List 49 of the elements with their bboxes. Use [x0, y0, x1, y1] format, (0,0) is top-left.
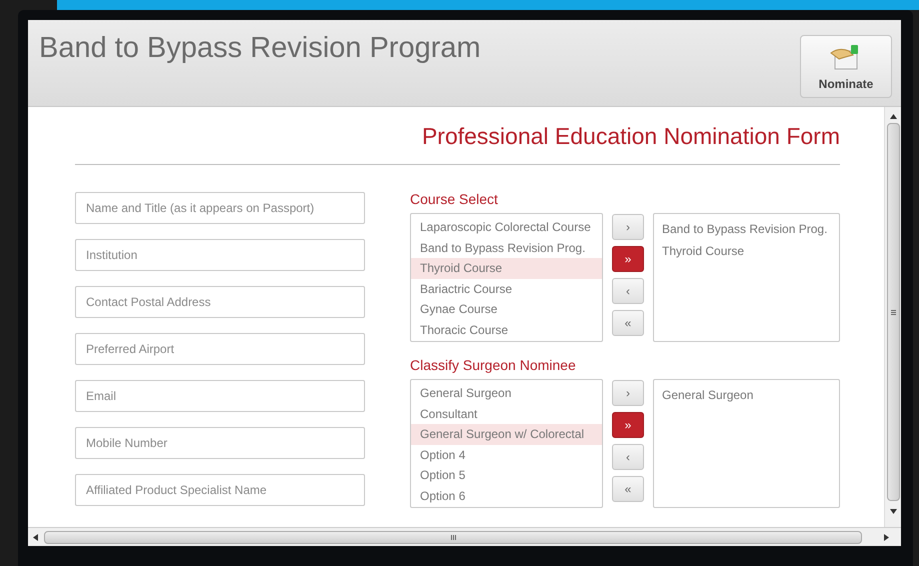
left-arrow-icon[interactable] — [33, 534, 38, 540]
arrow-button[interactable]: « — [612, 310, 644, 336]
grip-icon — [890, 310, 896, 314]
list-box[interactable]: Laparoscopic Colorectal Course Band to Bypass Revision Prog. Thyroid Course Bariactric Course Gynae Course Thoracic Course — [410, 213, 603, 342]
arrow-button[interactable]: « — [612, 476, 644, 502]
list-item[interactable]: Option 5 — [411, 465, 602, 486]
input-field[interactable]: Institution — [75, 239, 365, 271]
list-item[interactable]: Gynae Course — [411, 299, 602, 320]
down-arrow-icon[interactable] — [890, 509, 896, 514]
list-box[interactable]: Band to Bypass Revision Prog. Thyroid Course — [653, 213, 840, 342]
arrow-button[interactable]: › — [612, 214, 644, 240]
arrow-button[interactable]: › — [612, 380, 644, 406]
list-box[interactable]: General Surgeon Consultant General Surgeon w/ Colorectal Option 4 Option 5 Option 6 — [410, 379, 603, 508]
list-box[interactable]: General Surgeon — [653, 379, 840, 508]
list-item[interactable]: General Surgeon — [411, 383, 602, 404]
input-field[interactable]: Mobile Number — [75, 427, 365, 459]
arrow-button[interactable]: » — [612, 412, 644, 438]
list-item[interactable]: Thyroid Course — [654, 240, 839, 262]
list-item[interactable]: Thyroid Course — [411, 258, 602, 278]
input-field[interactable]: Preferred Airport — [75, 333, 365, 365]
list-item[interactable]: Option 6 — [411, 486, 602, 506]
list-item[interactable]: General Surgeon — [654, 385, 839, 406]
window-title: Band to Bypass Revision Program — [39, 31, 481, 65]
list-item[interactable]: Band to Bypass Revision Prog. — [411, 238, 602, 258]
grip-icon — [450, 534, 456, 540]
list-item[interactable]: Option 4 — [411, 444, 602, 465]
scroll-thumb[interactable] — [886, 123, 900, 501]
input-field[interactable]: Name and Title (as it appears on Passport) — [75, 192, 365, 224]
form-title: Professional Education Nomination Form — [422, 122, 840, 151]
vertical-scrollbar[interactable] — [884, 107, 901, 527]
arrow-button[interactable]: ‹ — [612, 444, 644, 470]
input-field[interactable]: Email — [75, 380, 365, 412]
list-item[interactable]: Band to Bypass Revision Prog. — [654, 219, 839, 240]
list-item[interactable]: Consultant — [411, 404, 602, 424]
list-item[interactable]: Laparoscopic Colorectal Course — [411, 217, 602, 238]
right-arrow-icon[interactable] — [884, 534, 889, 540]
list-item[interactable]: General Surgeon w/ Colorectal — [411, 424, 602, 444]
nominate-button[interactable]: Nominate — [800, 35, 892, 98]
section-heading: Course Select — [410, 190, 499, 208]
scroll-thumb[interactable] — [44, 530, 862, 544]
section-heading: Classify Surgeon Nominee — [410, 356, 577, 374]
input-field[interactable]: Contact Postal Address — [75, 286, 365, 318]
arrow-button[interactable]: » — [612, 246, 644, 272]
input-field[interactable]: Affiliated Product Specialist Name — [75, 474, 365, 506]
arrow-button[interactable]: ‹ — [612, 278, 644, 304]
horizontal-scrollbar[interactable] — [28, 527, 901, 546]
up-arrow-icon[interactable] — [890, 114, 896, 119]
list-item[interactable]: Bariactric Course — [411, 278, 602, 299]
list-item[interactable]: Thoracic Course — [411, 320, 602, 340]
